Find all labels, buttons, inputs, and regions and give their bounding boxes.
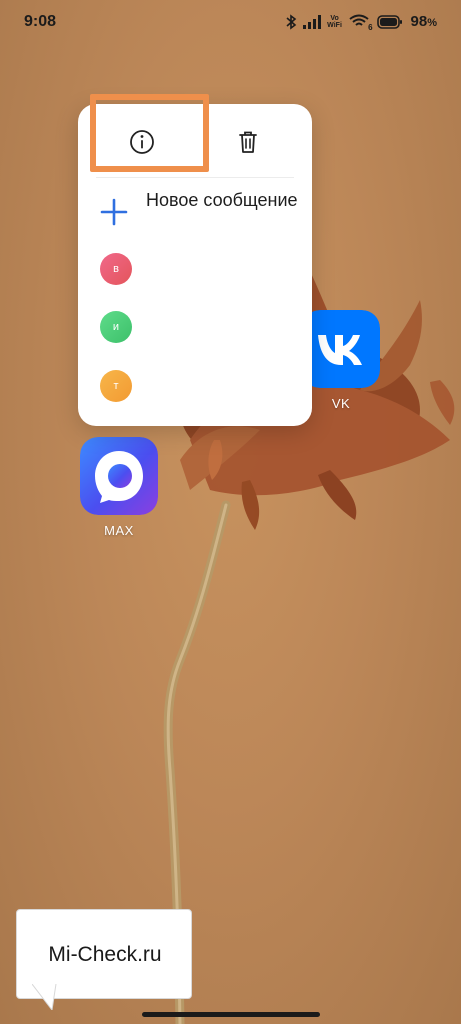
home-indicator[interactable] — [142, 1012, 320, 1017]
highlight-annotation — [90, 94, 209, 172]
status-time: 9:08 — [24, 13, 57, 30]
watermark-text: Mi-Check.ru — [48, 943, 162, 966]
wifi-icon: 6 — [348, 14, 373, 32]
new-message-label: Новое сообщение — [146, 190, 298, 210]
wifi-6-badge: 6 — [368, 22, 373, 32]
app-max[interactable]: MAX — [80, 437, 158, 538]
new-message-shortcut[interactable]: Новое сообщение — [100, 186, 300, 236]
trash-icon[interactable] — [232, 126, 264, 158]
battery-unit: % — [427, 17, 437, 29]
vk-app-icon[interactable] — [302, 310, 380, 388]
vowifi-line1: Vo — [330, 14, 339, 22]
context-menu-divider — [96, 177, 294, 178]
contact-shortcut[interactable]: и — [100, 311, 132, 343]
callout-tail — [32, 984, 57, 1010]
max-app-label: MAX — [104, 523, 134, 538]
bluetooth-icon — [286, 13, 296, 30]
contact-shortcut[interactable]: т — [100, 370, 132, 402]
status-icons: Vo WiFi 6 98% — [285, 13, 437, 32]
signal-icon — [302, 14, 321, 29]
status-bar: 9:08 Vo WiFi 6 98% — [0, 0, 461, 46]
vk-app-label: VK — [331, 396, 351, 411]
max-app-icon[interactable] — [80, 437, 158, 515]
battery-value: 98 — [410, 13, 428, 30]
plus-icon — [100, 198, 128, 226]
battery-icon — [376, 14, 402, 29]
vowifi-line2: WiFi — [327, 21, 342, 29]
contact-shortcut[interactable]: в — [100, 253, 132, 285]
battery-percentage: 98% — [411, 13, 437, 30]
app-vk[interactable]: VK — [302, 310, 380, 411]
vowifi-indicator: Vo WiFi — [327, 15, 343, 29]
